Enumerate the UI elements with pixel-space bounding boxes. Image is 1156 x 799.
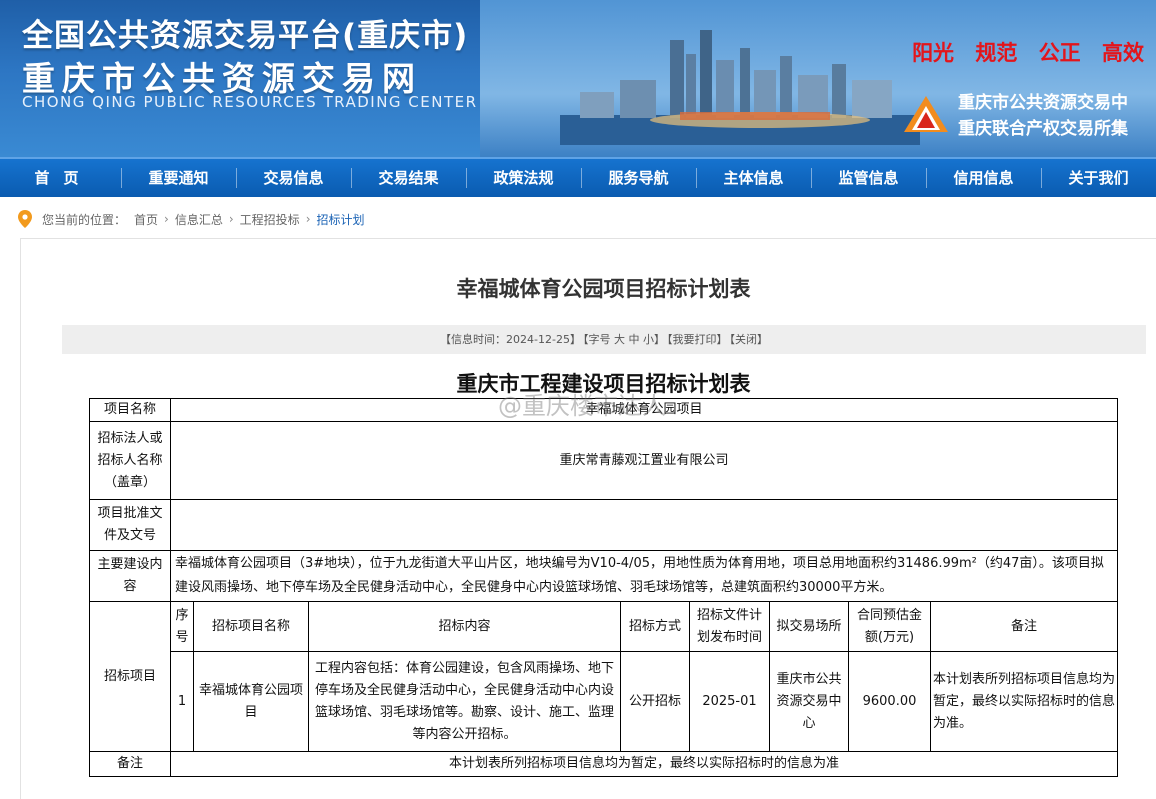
nav-item-about[interactable]: 关于我们 — [1041, 159, 1156, 197]
approval-value — [169, 499, 1119, 551]
center-name: 重庆联合产权交易所集 — [958, 119, 1128, 139]
tender-plan-table: 项目名称 幸福城体育公园项目 招标法人或招标人名称（盖章） 重庆常青藤观江置业有… — [89, 398, 1119, 777]
table-row: 项目名称 幸福城体育公园项目 — [89, 398, 1119, 422]
column-header: 招标方式 — [620, 601, 690, 652]
remark-label: 备注 — [89, 751, 171, 777]
center-name: 重庆市公共资源交易中 — [958, 93, 1128, 113]
table-header-row: 招标项目 序号 招标项目名称 招标内容 招标方式 招标文件计划发布时间 拟交易场… — [89, 601, 1119, 752]
nav-item-service-guide[interactable]: 服务导航 — [581, 159, 696, 197]
close-link[interactable]: 【关闭】 — [729, 333, 768, 346]
nav-item-credit[interactable]: 信用信息 — [926, 159, 1041, 197]
content-value: 幸福城体育公园项目（3#地块），位于九龙街道大平山片区，地块编号为V10-4/0… — [169, 550, 1119, 602]
breadcrumb-current[interactable]: 招标计划 — [317, 211, 365, 228]
breadcrumb-link-home[interactable]: 首页 — [134, 211, 158, 228]
project-name-label: 项目名称 — [89, 398, 171, 422]
nav-item-policies[interactable]: 政策法规 — [466, 159, 581, 197]
column-header: 序号 — [170, 601, 194, 652]
page-title: 幸福城体育公园项目招标计划表 — [456, 276, 751, 301]
info-time: 【信息时间：2024-12-25】 — [440, 333, 581, 346]
breadcrumb-separator-icon: › — [164, 212, 169, 226]
platform-title: 全国公共资源交易平台(重庆市) — [22, 18, 469, 54]
column-header: 招标内容 — [308, 601, 621, 652]
breadcrumb-separator-icon: › — [305, 212, 311, 226]
breadcrumb: 您当前的位置： 首页 › 信息汇总 › 工程招投标 › 招标计划 — [18, 210, 365, 228]
table-row: 项目批准文件及文号 — [89, 499, 1119, 551]
trading-center-logo-icon — [904, 96, 948, 132]
breadcrumb-prefix: 您当前的位置： — [42, 212, 127, 227]
print-link[interactable]: 【我要打印】 — [667, 333, 728, 346]
nav-item-entity-info[interactable]: 主体信息 — [696, 159, 811, 197]
nav-item-notices[interactable]: 重要通知 — [121, 159, 236, 197]
row-note: 本计划表所列招标项目信息均为暂定，最终以实际招标时的信息为准。 — [929, 651, 1119, 752]
breadcrumb-link-summary[interactable]: 信息汇总 — [175, 211, 223, 228]
column-header: 招标文件计划发布时间 — [689, 601, 770, 652]
content-label: 主要建设内容 — [89, 550, 171, 602]
breadcrumb-separator-icon: › — [228, 212, 234, 226]
row-amount: 9600.00 — [848, 651, 931, 752]
row-no: 1 — [170, 651, 194, 752]
row-venue: 重庆市公共资源交易中心 — [769, 651, 849, 752]
row-scope: 工程内容包括：体育公园建设，包含风雨操场、地下停车场及全民健身活动中心，全民健身… — [308, 651, 621, 752]
slogan-word: 阳光 — [912, 41, 955, 65]
row-method: 公开招标 — [620, 651, 690, 752]
location-pin-icon — [18, 210, 32, 228]
approval-label: 项目批准文件及文号 — [89, 499, 171, 551]
nav-item-supervision[interactable]: 监管信息 — [811, 159, 926, 197]
nav-item-trade-info[interactable]: 交易信息 — [236, 159, 351, 197]
main-nav: 首页 重要通知 交易信息 交易结果 政策法规 服务导航 主体信息 监管信息 信用… — [0, 157, 1156, 197]
nav-item-home[interactable]: 首页 — [0, 159, 121, 197]
column-header: 备注 — [929, 601, 1119, 652]
column-header: 招标项目名称 — [193, 601, 309, 652]
center-names: 重庆市公共资源交易中 重庆联合产权交易所集 — [958, 90, 1128, 142]
slogan-word: 公正 — [1038, 41, 1081, 65]
font-size-control[interactable]: 【字号 大 中 小】 — [583, 333, 665, 346]
table-row: 备注 本计划表所列招标项目信息均为暂定，最终以实际招标时的信息为准 — [89, 751, 1119, 777]
slogan-word: 规范 — [975, 41, 1018, 65]
table-row: 1 幸福城体育公园项目 工程内容包括：体育公园建设，包含风雨操场、地下停车场及全… — [90, 651, 1119, 752]
city-skyline-image — [560, 30, 920, 145]
site-banner: 全国公共资源交易平台(重庆市) 重庆市公共资源交易网 CHONG QING PU… — [0, 0, 1156, 157]
article-info-bar: 【信息时间：2024-12-25】 【字号 大 中 小】 【我要打印】 【关闭】 — [62, 325, 1146, 354]
site-title-english: CHONG QING PUBLIC RESOURCES TRADING CENT… — [22, 93, 478, 111]
table-row: 主要建设内容 幸福城体育公园项目（3#地块），位于九龙街道大平山片区，地块编号为… — [89, 550, 1119, 602]
column-header: 拟交易场所 — [769, 601, 849, 652]
slogan: 阳光 规范 公正 高效 — [898, 37, 1144, 67]
breadcrumb-link-tendering[interactable]: 工程招投标 — [240, 211, 300, 228]
remark-value: 本计划表所列招标项目信息均为暂定，最终以实际招标时的信息为准 — [169, 751, 1119, 777]
bid-section-label: 招标项目 — [89, 601, 171, 752]
plan-table-title: 重庆市工程建设项目招标计划表 — [456, 371, 751, 396]
project-name-value: 幸福城体育公园项目 — [169, 398, 1119, 422]
row-release-time: 2025-01 — [689, 651, 770, 752]
table-row: 招标法人或招标人名称（盖章） 重庆常青藤观江置业有限公司 — [89, 421, 1119, 500]
column-header: 合同预估金额(万元) — [848, 601, 931, 652]
tenderer-value: 重庆常青藤观江置业有限公司 — [169, 421, 1119, 500]
row-project-name: 幸福城体育公园项目 — [193, 651, 309, 752]
nav-item-trade-results[interactable]: 交易结果 — [351, 159, 466, 197]
slogan-word: 高效 — [1102, 41, 1144, 65]
tenderer-label: 招标法人或招标人名称（盖章） — [89, 421, 171, 500]
